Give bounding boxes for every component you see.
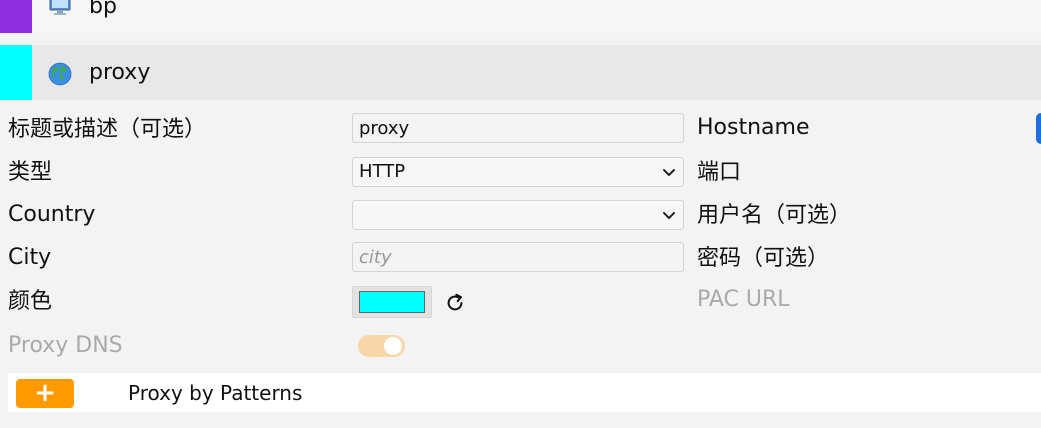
color-picker[interactable] <box>352 286 432 318</box>
proxy-row-title: proxy <box>89 60 151 85</box>
chevron-down-icon <box>663 212 675 219</box>
pac-url-label: PAC URL <box>697 287 790 312</box>
type-select[interactable]: HTTP <box>352 157 684 187</box>
proxy-color-bar <box>0 0 32 33</box>
password-label: 密码（可选） <box>697 246 830 271</box>
title-input[interactable] <box>352 113 684 143</box>
add-pattern-button[interactable]: + <box>16 379 74 408</box>
globe-icon <box>48 62 72 86</box>
color-label: 颜色 <box>8 289 53 314</box>
patterns-bar: + Proxy by Patterns <box>8 373 1041 412</box>
computer-icon <box>49 0 71 15</box>
toggle-knob <box>384 337 402 355</box>
username-label: 用户名（可选） <box>697 203 852 228</box>
city-label: City <box>8 245 52 270</box>
refresh-icon[interactable] <box>444 292 466 314</box>
color-swatch <box>359 291 425 313</box>
proxy-dns-label: Proxy DNS <box>8 333 123 358</box>
hostname-field-edge[interactable] <box>1036 113 1041 144</box>
proxy-row-title: bp <box>89 0 117 19</box>
title-label: 标题或描述（可选） <box>8 117 207 142</box>
port-label: 端口 <box>697 160 742 185</box>
hostname-label: Hostname <box>697 115 810 140</box>
patterns-label: Proxy by Patterns <box>128 381 303 405</box>
country-label: Country <box>8 202 96 227</box>
proxy-row-bp[interactable]: bp <box>0 0 1041 33</box>
type-label: 类型 <box>8 160 53 185</box>
chevron-down-icon <box>663 169 675 176</box>
proxy-color-bar <box>0 45 32 100</box>
proxy-row-proxy[interactable]: proxy <box>0 45 1041 100</box>
country-select[interactable] <box>352 200 684 230</box>
city-input[interactable] <box>352 242 684 272</box>
proxy-settings-page: bp proxy 标题或描述（可选） 类型 Country City 颜色 Pr… <box>0 0 1041 428</box>
proxy-dns-toggle[interactable] <box>358 335 405 357</box>
type-select-value: HTTP <box>359 161 406 182</box>
